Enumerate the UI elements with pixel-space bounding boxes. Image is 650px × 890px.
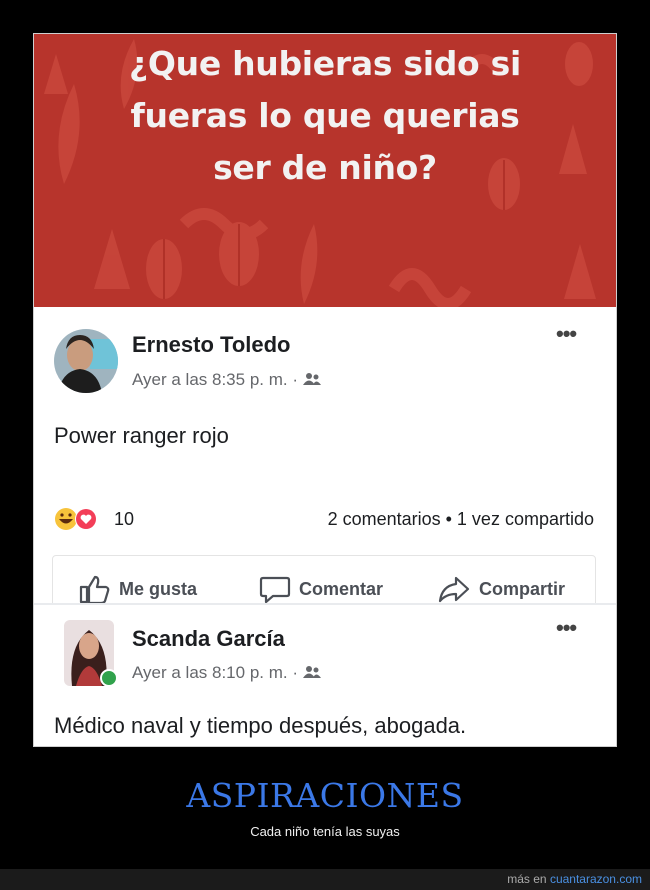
share-arrow-icon [438, 576, 470, 603]
timestamp: Ayer a las 8:10 p. m. · [132, 663, 321, 683]
like-label: Me gusta [119, 578, 198, 599]
comment-button[interactable]: Comentar [259, 574, 383, 604]
site-link[interactable]: cuantarazon.com [550, 872, 642, 886]
comment-label: Comentar [299, 578, 384, 599]
question-banner: ¿Que hubieras sido si fueras lo que quer… [34, 34, 616, 307]
comment-text: Médico naval y tiempo después, abogada. [54, 713, 467, 738]
comment-text: Power ranger rojo [54, 423, 229, 448]
comment-bubble-icon [259, 576, 291, 604]
online-status-dot [100, 669, 118, 687]
reaction-count: 10 [114, 509, 135, 529]
facebook-comment-1: Ernesto Toledo Ayer a las 8:35 p. m. · •… [34, 307, 616, 621]
timestamp-text: Ayer a las 8:10 p. m. · [132, 663, 298, 682]
author-name[interactable]: Scanda García [132, 626, 285, 652]
meme-frame: ¿Que hubieras sido si fueras lo que quer… [33, 33, 617, 747]
caption-title: ASPIRACIONES [186, 776, 464, 815]
timestamp: Ayer a las 8:35 p. m. · [132, 370, 321, 390]
thumbs-up-icon [79, 575, 110, 604]
friends-audience-icon [302, 373, 321, 385]
comment-share-stats[interactable]: 2 comentarios • 1 vez compartido [328, 509, 594, 530]
more-options-icon[interactable]: ••• [556, 321, 577, 347]
like-button[interactable]: Me gusta [79, 574, 197, 604]
facebook-comment-2: Scanda García Ayer a las 8:10 p. m. · ••… [34, 605, 616, 746]
share-label: Compartir [479, 578, 566, 599]
caption-subtitle: Cada niño tenía las suyas [250, 824, 400, 839]
more-options-icon[interactable]: ••• [556, 615, 577, 641]
haha-love-reaction-icon [55, 508, 97, 530]
footer-bar: más en cuantarazon.com [0, 869, 650, 890]
footer-prefix: más en [507, 872, 547, 886]
timestamp-text: Ayer a las 8:35 p. m. · [132, 370, 298, 389]
question-text: ¿Que hubieras sido si fueras lo que quer… [129, 44, 521, 187]
friends-audience-icon [302, 666, 321, 678]
share-button[interactable]: Compartir [437, 574, 565, 604]
avatar[interactable] [54, 329, 118, 393]
author-name[interactable]: Ernesto Toledo [132, 332, 291, 358]
reactions[interactable] [54, 507, 110, 536]
footer-text: más en cuantarazon.com [507, 872, 642, 886]
